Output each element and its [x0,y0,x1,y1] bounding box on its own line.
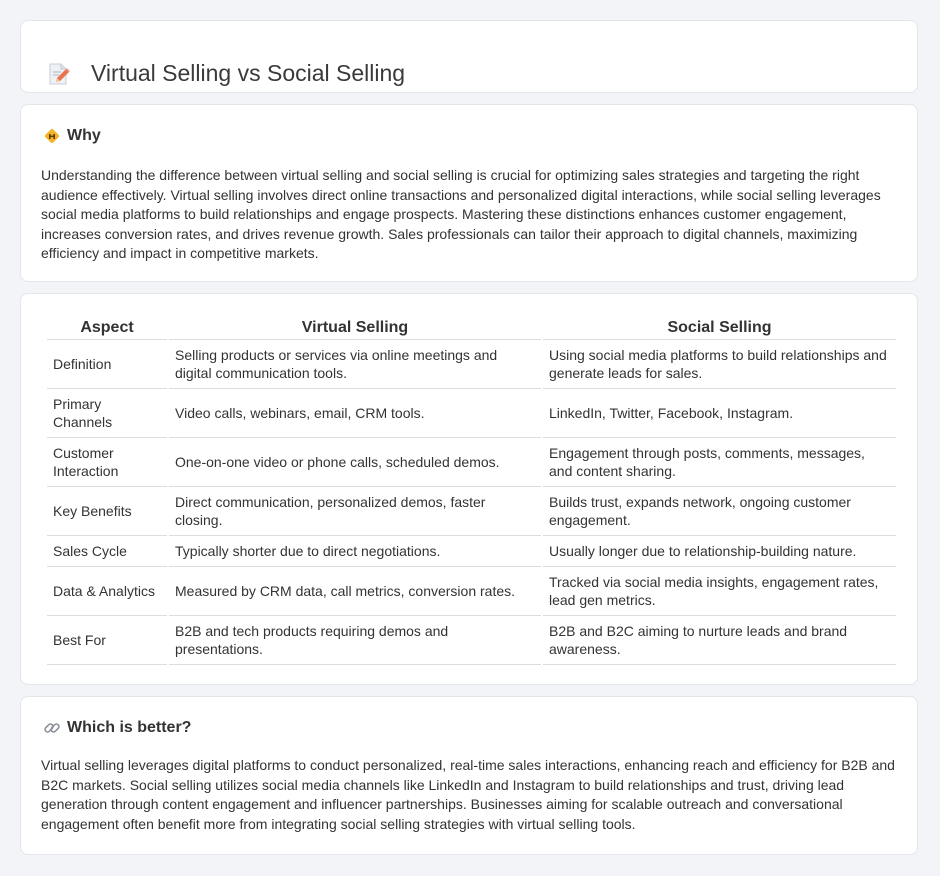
social-cell: Engagement through posts, comments, mess… [543,438,896,487]
aspect-cell: Definition [47,340,167,389]
social-cell: B2B and B2C aiming to nurture leads and … [543,616,896,665]
document-pencil-icon [47,62,71,86]
virtual-cell: One-on-one video or phone calls, schedul… [169,438,541,487]
social-cell: Using social media platforms to build re… [543,340,896,389]
title-card: Virtual Selling vs Social Selling [20,20,918,93]
table-row: Data & Analytics Measured by CRM data, c… [47,567,896,616]
header-social-selling: Social Selling [543,318,896,340]
aspect-cell: Primary Channels [47,389,167,438]
aspect-cell: Customer Interaction [47,438,167,487]
virtual-cell: Video calls, webinars, email, CRM tools. [169,389,541,438]
table-row: Sales Cycle Typically shorter due to dir… [47,536,896,567]
virtual-cell: B2B and tech products requiring demos an… [169,616,541,665]
page-title: Virtual Selling vs Social Selling [91,60,406,87]
table-row: Best For B2B and tech products requiring… [47,616,896,665]
table-row: Primary Channels Video calls, webinars, … [47,389,896,438]
aspect-cell: Best For [47,616,167,665]
comparison-table: Aspect Virtual Selling Social Selling De… [45,318,898,665]
social-cell: Usually longer due to relationship-build… [543,536,896,567]
header-aspect: Aspect [47,318,167,340]
better-title: Which is better? [67,719,192,736]
virtual-cell: Typically shorter due to direct negotiat… [169,536,541,567]
diamond-sign-icon [43,127,61,145]
why-section: Why Understanding the difference between… [20,104,918,282]
why-text: Understanding the difference between vir… [41,167,881,261]
aspect-cell: Key Benefits [47,487,167,536]
table-row: Definition Selling products or services … [47,340,896,389]
link-icon [43,719,61,737]
table-row: Customer Interaction One-on-one video or… [47,438,896,487]
better-text: Virtual selling leverages digital platfo… [41,757,895,832]
virtual-cell: Selling products or services via online … [169,340,541,389]
comparison-table-card: Aspect Virtual Selling Social Selling De… [20,293,918,685]
aspect-cell: Sales Cycle [47,536,167,567]
table-row: Key Benefits Direct communication, perso… [47,487,896,536]
aspect-cell: Data & Analytics [47,567,167,616]
social-cell: LinkedIn, Twitter, Facebook, Instagram. [543,389,896,438]
why-title: Why [67,127,101,144]
header-virtual-selling: Virtual Selling [169,318,541,340]
virtual-cell: Direct communication, personalized demos… [169,487,541,536]
virtual-cell: Measured by CRM data, call metrics, conv… [169,567,541,616]
social-cell: Tracked via social media insights, engag… [543,567,896,616]
which-is-better-section: Which is better? Virtual selling leverag… [20,696,918,855]
social-cell: Builds trust, expands network, ongoing c… [543,487,896,536]
